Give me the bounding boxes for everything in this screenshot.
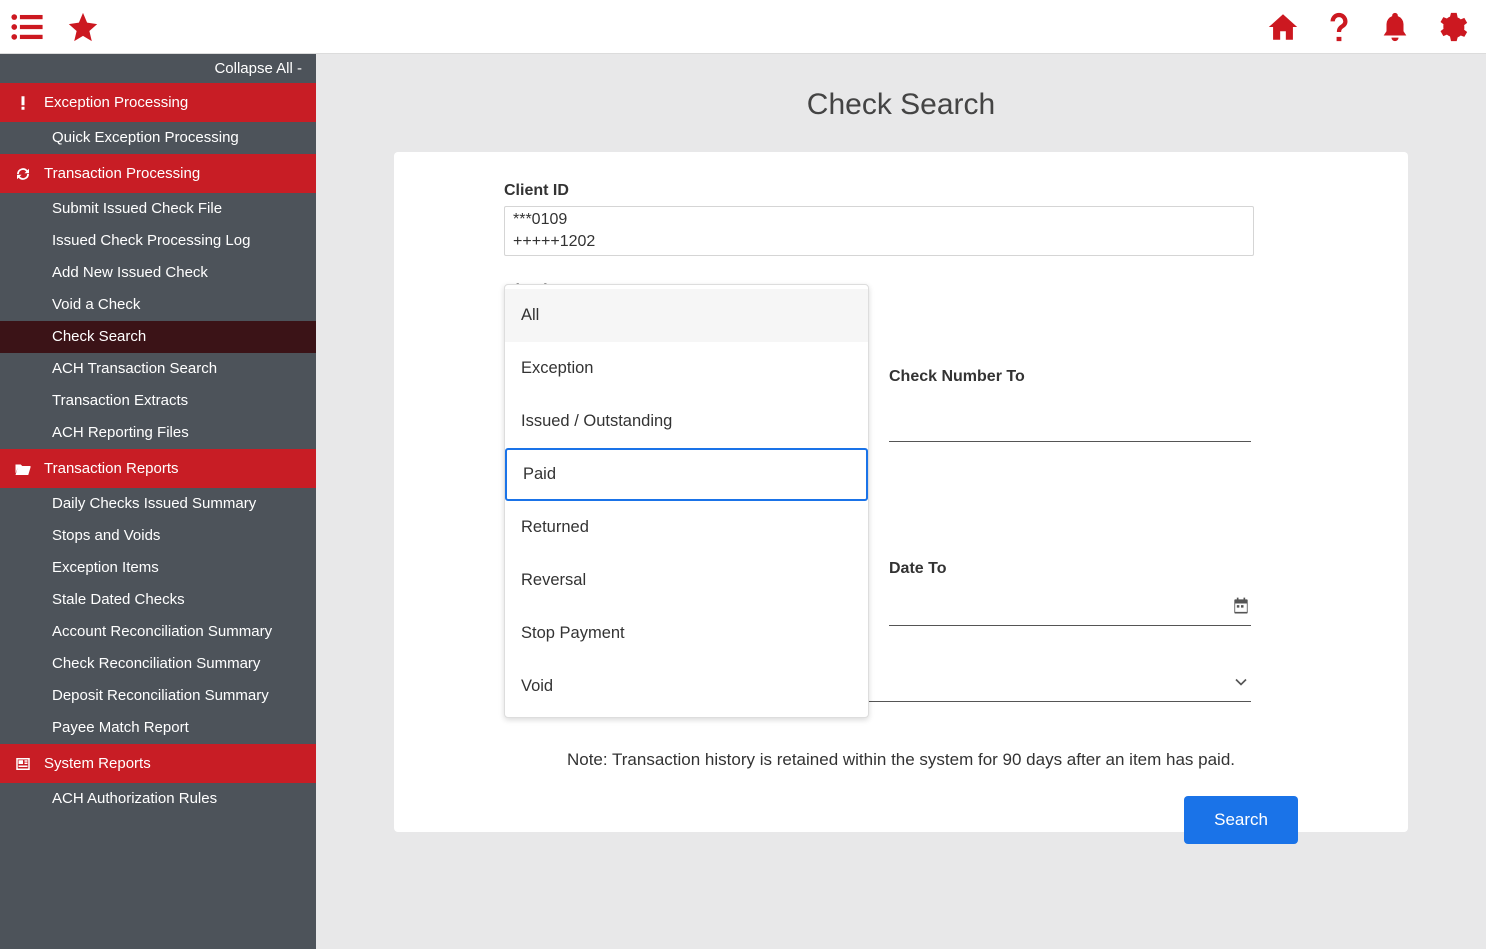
sidebar-item[interactable]: Check Reconciliation Summary	[0, 648, 316, 680]
search-button[interactable]: Search	[1184, 796, 1298, 844]
client-id-option[interactable]: ***0109	[513, 209, 1245, 231]
sidebar-section-label: Transaction Reports	[44, 460, 179, 477]
sidebar-item[interactable]: Quick Exception Processing	[0, 122, 316, 154]
sidebar-item[interactable]: ACH Transaction Search	[0, 353, 316, 385]
sidebar-section-system-reports[interactable]: System Reports	[0, 744, 316, 783]
topbar-right-group	[1266, 10, 1468, 44]
date-to-label: Date To	[889, 560, 1251, 578]
star-icon[interactable]	[66, 10, 100, 44]
menu-list-icon[interactable]	[10, 10, 44, 44]
dropdown-option-paid[interactable]: Paid	[505, 448, 868, 501]
dropdown-option-stop-payment[interactable]: Stop Payment	[505, 607, 868, 660]
client-id-listbox[interactable]: ***0109 +++++1202	[504, 206, 1254, 256]
client-id-label: Client ID	[504, 182, 1298, 200]
sidebar-item[interactable]: Issued Check Processing Log	[0, 225, 316, 257]
dropdown-option-all[interactable]: All	[505, 289, 868, 342]
newspaper-icon	[14, 755, 32, 773]
sidebar-item[interactable]: Account Reconciliation Summary	[0, 616, 316, 648]
search-card: Client ID ***0109 +++++1202 Check Status…	[394, 152, 1408, 832]
sidebar-item[interactable]: Stops and Voids	[0, 520, 316, 552]
retention-note: Note: Transaction history is retained wi…	[394, 750, 1408, 770]
sidebar-item[interactable]: Submit Issued Check File	[0, 193, 316, 225]
dropdown-option-returned[interactable]: Returned	[505, 501, 868, 554]
date-to-input[interactable]	[889, 590, 1251, 626]
sidebar-section-exception-processing[interactable]: Exception Processing	[0, 83, 316, 122]
topbar-left-group	[10, 10, 100, 44]
sidebar-item-check-search[interactable]: Check Search	[0, 321, 316, 353]
client-id-option[interactable]: +++++1202	[513, 231, 1245, 253]
sidebar: Collapse All - Exception Processing Quic…	[0, 54, 316, 949]
bell-icon[interactable]	[1378, 10, 1412, 44]
sidebar-section-transaction-reports[interactable]: Transaction Reports	[0, 449, 316, 488]
gear-icon[interactable]	[1434, 10, 1468, 44]
sidebar-section-label: Exception Processing	[44, 94, 188, 111]
sidebar-item[interactable]: Void a Check	[0, 289, 316, 321]
page-title: Check Search	[394, 88, 1408, 122]
alert-icon	[14, 94, 32, 112]
sidebar-item[interactable]: Payee Match Report	[0, 712, 316, 744]
sidebar-item[interactable]: Transaction Extracts	[0, 385, 316, 417]
sidebar-section-transaction-processing[interactable]: Transaction Processing	[0, 154, 316, 193]
sidebar-item[interactable]: Stale Dated Checks	[0, 584, 316, 616]
sidebar-item[interactable]: Add New Issued Check	[0, 257, 316, 289]
chevron-down-icon[interactable]	[1231, 672, 1251, 692]
dropdown-option-issued-outstanding[interactable]: Issued / Outstanding	[505, 395, 868, 448]
calendar-icon[interactable]	[1231, 596, 1251, 616]
collapse-all-link[interactable]: Collapse All -	[0, 54, 316, 83]
sidebar-item[interactable]: ACH Reporting Files	[0, 417, 316, 449]
home-icon[interactable]	[1266, 10, 1300, 44]
sidebar-item[interactable]: Daily Checks Issued Summary	[0, 488, 316, 520]
sidebar-item[interactable]: Exception Items	[0, 552, 316, 584]
dropdown-option-reversal[interactable]: Reversal	[505, 554, 868, 607]
sidebar-section-label: System Reports	[44, 755, 151, 772]
refresh-icon	[14, 165, 32, 183]
topbar	[0, 0, 1486, 54]
dropdown-option-exception[interactable]: Exception	[505, 342, 868, 395]
folder-open-icon	[14, 460, 32, 478]
sidebar-section-label: Transaction Processing	[44, 165, 200, 182]
check-number-to-label: Check Number To	[889, 368, 1251, 386]
check-number-to-input[interactable]	[889, 406, 1251, 442]
sidebar-item[interactable]: ACH Authorization Rules	[0, 783, 316, 815]
dropdown-option-void[interactable]: Void	[505, 660, 868, 713]
sidebar-item[interactable]: Deposit Reconciliation Summary	[0, 680, 316, 712]
help-icon[interactable]	[1322, 10, 1356, 44]
main-content: Check Search Client ID ***0109 +++++1202…	[316, 54, 1486, 949]
check-status-dropdown[interactable]: All Exception Issued / Outstanding Paid …	[504, 284, 869, 718]
